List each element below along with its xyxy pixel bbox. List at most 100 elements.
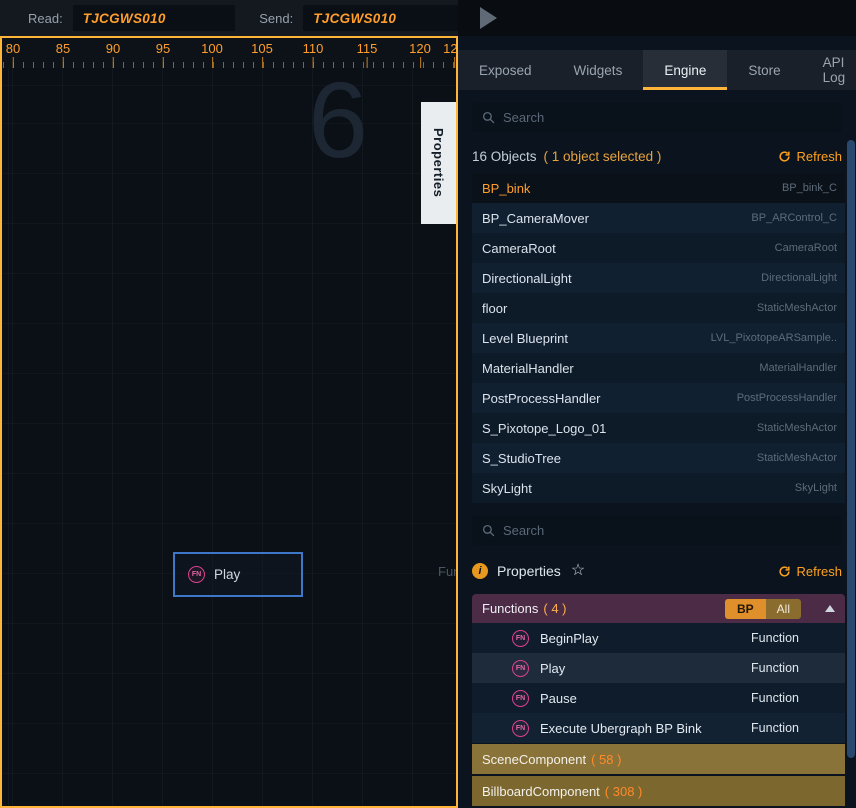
search-icon [482,524,495,537]
object-name: DirectionalLight [482,271,572,286]
properties-refresh-button[interactable]: Refresh [778,564,842,579]
tab-api-log[interactable]: API Log [802,50,856,90]
function-type: Function [751,661,799,675]
object-name: Level Blueprint [482,331,568,346]
functions-label: Functions [482,601,538,616]
properties-side-tab[interactable]: Properties [421,102,456,224]
section-label: BillboardComponent [482,784,600,799]
object-row-floor[interactable]: floor StaticMeshActor [472,293,845,323]
object-row-cameraroot[interactable]: CameraRoot CameraRoot [472,233,845,263]
panel-tabstrip: Exposed Widgets Engine Store API Log [458,50,856,90]
ruler-tick-label: 95 [156,41,170,56]
function-name: Pause [540,691,577,706]
section-label: SceneComponent [482,752,586,767]
section-count: ( 58 ) [591,752,621,767]
function-row-execute-ubergraph[interactable]: FN Execute Ubergraph BP Bink Function [472,713,845,743]
billboardcomponent-section-header[interactable]: BillboardComponent ( 308 ) [472,776,845,806]
tab-exposed[interactable]: Exposed [458,50,553,90]
tab-engine[interactable]: Engine [643,50,727,90]
section-count: ( 308 ) [605,784,643,799]
read-input[interactable]: TJCGWS010 [73,5,236,31]
function-type: Function [751,721,799,735]
object-row-studiotree[interactable]: S_StudioTree StaticMeshActor [472,443,845,473]
objects-search-input[interactable] [472,103,842,132]
function-row-play[interactable]: FN Play Function [472,653,845,683]
objects-search[interactable] [472,103,842,132]
panel-scrollbar[interactable] [847,102,855,804]
all-filter-button[interactable]: All [766,599,801,619]
object-type: CameraRoot [775,242,837,254]
object-name: BP_bink [482,181,530,196]
top-bar-left: Read: TJCGWS010 Send: TJCGWS010 [0,0,458,36]
object-name: S_StudioTree [482,451,561,466]
send-value: TJCGWS010 [313,11,396,26]
functions-section-header[interactable]: Functions ( 4 ) BP All [472,594,845,623]
play-function-node[interactable]: FN Play [173,552,303,597]
object-row-bp-cameramover[interactable]: BP_CameraMover BP_ARControl_C [472,203,845,233]
function-type: Function [751,631,799,645]
send-input[interactable]: TJCGWS010 [303,5,458,31]
refresh-icon [778,565,791,578]
functions-count: ( 4 ) [543,601,566,616]
function-row-beginplay[interactable]: FN BeginPlay Function [472,623,845,653]
objects-count: 16 Objects [472,149,537,164]
properties-title: Properties [497,563,561,579]
ruler-tick-label: 90 [106,41,120,56]
object-type: BP_ARControl_C [751,212,837,224]
object-type: PostProcessHandler [737,392,837,404]
object-type: StaticMeshActor [757,422,837,434]
search-icon [482,111,495,124]
info-icon[interactable]: i [472,563,488,579]
scenecomponent-section-header[interactable]: SceneComponent ( 58 ) [472,744,845,774]
play-icon[interactable] [480,7,497,29]
fn-icon: FN [512,630,529,647]
objects-selection: ( 1 object selected ) [544,149,662,164]
ruler-tick-label: 125 [443,41,458,56]
top-bar: Read: TJCGWS010 Send: TJCGWS010 [0,0,856,36]
bp-filter-button[interactable]: BP [725,599,766,619]
collapse-chevron-icon[interactable] [825,605,835,612]
scrollbar-thumb[interactable] [847,140,855,758]
favorite-star-icon[interactable]: ☆ [571,563,585,579]
objects-header: 16 Objects ( 1 object selected ) Refresh [472,145,842,168]
ruler-tick-label: 110 [303,41,324,56]
properties-header: i Properties ☆ Refresh [472,557,842,585]
ruler-tick-label: 80 [6,41,20,56]
properties-search[interactable] [472,516,842,545]
object-name: floor [482,301,507,316]
object-type: SkyLight [795,482,837,494]
object-name: SkyLight [482,481,532,496]
function-name: Execute Ubergraph BP Bink [540,721,702,736]
object-row-materialhandler[interactable]: MaterialHandler MaterialHandler [472,353,845,383]
viewport-canvas[interactable]: 80 85 90 95 100 105 110 115 120 125 6 Fu… [0,36,458,808]
refresh-label: Refresh [796,564,842,579]
object-row-pixotope-logo[interactable]: S_Pixotope_Logo_01 StaticMeshActor [472,413,845,443]
object-type: StaticMeshActor [757,302,837,314]
fn-icon: FN [188,566,205,583]
function-row-pause[interactable]: FN Pause Function [472,683,845,713]
function-type: Function [751,691,799,705]
object-name: MaterialHandler [482,361,574,376]
send-label: Send: [259,11,293,26]
object-row-skylight[interactable]: SkyLight SkyLight [472,473,845,503]
function-name: Play [540,661,565,676]
tab-store[interactable]: Store [727,50,801,90]
object-name: PostProcessHandler [482,391,601,406]
top-bar-right [458,0,856,36]
object-row-bp-bink[interactable]: BP_bink BP_bink_C [472,173,845,203]
objects-refresh-button[interactable]: Refresh [778,149,842,164]
properties-search-input[interactable] [472,516,842,545]
object-name: S_Pixotope_Logo_01 [482,421,606,436]
object-row-level-blueprint[interactable]: Level Blueprint LVL_PixotopeARSample.. [472,323,845,353]
fn-icon: FN [512,660,529,677]
refresh-icon [778,150,791,163]
ruler-tick-label: 120 [409,41,431,56]
watermark-digit: 6 [308,66,368,174]
play-node-label: Play [214,567,240,582]
tab-widgets[interactable]: Widgets [553,50,644,90]
functions-list: FN BeginPlay Function FN Play Function F… [472,623,845,743]
object-row-postprocesshandler[interactable]: PostProcessHandler PostProcessHandler [472,383,845,413]
right-panel: Exposed Widgets Engine Store API Log 16 … [458,36,856,808]
read-label: Read: [28,11,63,26]
object-row-directionallight[interactable]: DirectionalLight DirectionalLight [472,263,845,293]
